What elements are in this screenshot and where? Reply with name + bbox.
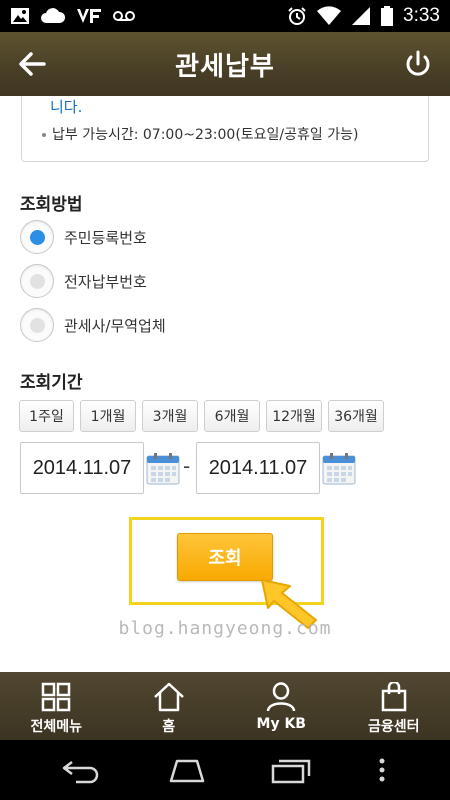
- content-area[interactable]: 니다. 납부 가능시간: 07:00~23:00(토요일/공휴일 가능) 조회방…: [0, 96, 450, 672]
- radio-label: 전자납부번호: [64, 272, 147, 291]
- date-separator: -: [183, 454, 191, 478]
- bullet-dot: [42, 133, 46, 137]
- status-time: 3:33: [403, 5, 440, 26]
- radio-option-electronic-payment-number[interactable]: 전자납부번호: [20, 263, 147, 299]
- tab-home[interactable]: 홈: [113, 672, 226, 740]
- tab-my-kb[interactable]: My KB: [225, 672, 338, 740]
- radio-label: 관세사/무역업체: [64, 316, 166, 335]
- period-button-1-week[interactable]: 1주일: [19, 400, 74, 432]
- tab-all-menu[interactable]: 전체메뉴: [0, 672, 113, 740]
- power-icon[interactable]: [400, 46, 436, 82]
- recents-nav-icon: [272, 759, 311, 784]
- search-button[interactable]: 조회: [177, 533, 273, 581]
- image-icon: [11, 8, 29, 24]
- radio-option-customs-broker[interactable]: 관세사/무역업체: [20, 307, 166, 343]
- nav-recents-button[interactable]: [267, 754, 315, 786]
- voicemail-icon: [113, 11, 135, 21]
- period-button-1-month[interactable]: 1개월: [80, 400, 136, 432]
- watermark: blog.hangyeong.com: [118, 618, 332, 639]
- radio-button[interactable]: [20, 308, 54, 342]
- radio-label: 주민등록번호: [64, 228, 147, 247]
- notice-box: 니다. 납부 가능시간: 07:00~23:00(토요일/공휴일 가능): [21, 96, 429, 162]
- back-nav-icon: [63, 761, 99, 784]
- period-button-36-months[interactable]: 36개월: [328, 400, 384, 432]
- page-title: 관세납부: [175, 51, 275, 82]
- radio-option-resident-number[interactable]: 주민등록번호: [20, 219, 147, 255]
- tab-finance-center[interactable]: 금융센터: [338, 672, 450, 740]
- period-button-3-months[interactable]: 3개월: [142, 400, 198, 432]
- radio-indicator-checked: [29, 229, 45, 245]
- tab-label: My KB: [256, 716, 306, 732]
- app-header: 관세납부: [0, 32, 450, 96]
- v3-app-icon: [77, 9, 101, 23]
- notice-continuation: 니다.: [50, 98, 83, 116]
- period-button-group: 1주일 1개월 3개월 6개월 12개월 36개월: [19, 400, 384, 432]
- calendar-icon[interactable]: [322, 453, 356, 485]
- period-button-6-months[interactable]: 6개월: [204, 400, 260, 432]
- grid-menu-icon: [42, 682, 71, 712]
- bottom-tab-bar: 전체메뉴 홈 My KB 금융센터: [0, 672, 450, 740]
- wifi-icon: [317, 6, 342, 26]
- overflow-menu-icon: [379, 758, 385, 782]
- home-icon: [153, 682, 184, 712]
- status-bar: 3:33: [0, 0, 450, 32]
- period-button-12-months[interactable]: 12개월: [266, 400, 322, 432]
- end-date-field[interactable]: 2014.11.07: [196, 442, 320, 494]
- person-icon: [267, 682, 296, 712]
- alarm-icon: [288, 7, 306, 25]
- tab-label: 금융센터: [367, 719, 420, 735]
- radio-indicator: [29, 273, 45, 289]
- status-system-icons: 3:33: [287, 5, 440, 27]
- start-date-field[interactable]: 2014.11.07: [20, 442, 144, 494]
- signal-icon: [352, 7, 371, 25]
- search-period-title: 조회기간: [20, 373, 83, 393]
- notice-item-text: 납부 가능시간: 07:00~23:00(토요일/공휴일 가능): [52, 127, 359, 143]
- home-nav-icon: [169, 759, 204, 783]
- android-nav-bar: [0, 740, 450, 800]
- shopping-bag-icon: [381, 682, 406, 712]
- notice-item: 납부 가능시간: 07:00~23:00(토요일/공휴일 가능): [42, 124, 358, 144]
- nav-back-button[interactable]: [58, 754, 106, 786]
- calendar-icon[interactable]: [146, 453, 180, 485]
- tab-label: 홈: [162, 719, 176, 735]
- radio-indicator: [29, 317, 45, 333]
- radio-button[interactable]: [20, 264, 54, 298]
- search-method-title: 조회방법: [20, 195, 83, 215]
- radio-button[interactable]: [20, 220, 54, 254]
- tab-label: 전체메뉴: [30, 719, 83, 735]
- nav-home-button[interactable]: [163, 754, 211, 786]
- status-notification-icons: [10, 7, 136, 25]
- cloud-icon: [41, 8, 66, 23]
- nav-menu-button[interactable]: [372, 754, 392, 786]
- back-arrow-icon[interactable]: [14, 46, 50, 82]
- battery-icon: [381, 6, 394, 26]
